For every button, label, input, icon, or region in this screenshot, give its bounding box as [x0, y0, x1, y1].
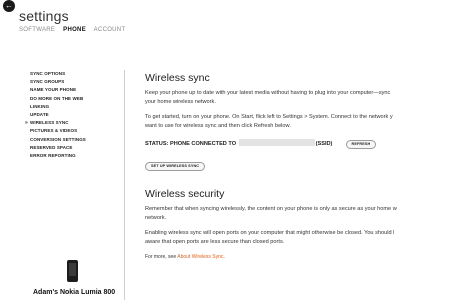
refresh-button[interactable]: REFRESH	[345, 140, 377, 149]
sidebar-item-label: DO MORE ON THE WEB	[30, 95, 84, 101]
sidebar-item-pictures-videos[interactable]: PICTURES & VIDEOS	[30, 127, 86, 135]
phone-name: Adam's Nokia Lumia 800	[33, 289, 116, 296]
sidebar-item-label: SYNC OPTIONS	[30, 71, 66, 76]
wireless-sync-instructions-line-2: want to use for wireless sync and then c…	[145, 123, 291, 129]
more-info-suffix: .	[223, 254, 225, 260]
wireless-security-ports-line-2: aware that open ports are less secure th…	[145, 239, 285, 245]
sidebar-item-sync-options[interactable]: SYNC OPTIONS	[30, 70, 86, 78]
sidebar-item-label: LINKING	[30, 103, 50, 109]
wireless-security-heading: Wireless security	[145, 188, 225, 200]
sidebar-item-label: WIRELESS SYNC	[30, 120, 69, 126]
wireless-security-note-line-1: Remember that when syncing wirelessly, t…	[145, 206, 397, 212]
wireless-sync-intro-line-1: Keep your phone up to date with your lat…	[145, 90, 391, 96]
wireless-security-note-line-2: network.	[145, 215, 167, 221]
sidebar-item-label: NAME YOUR PHONE	[30, 87, 77, 93]
status-label: STATUS: PHONE CONNECTED TO	[145, 141, 237, 147]
tab-software[interactable]: SOFTWARE	[19, 27, 55, 33]
tab-phone[interactable]: PHONE	[63, 27, 86, 33]
sidebar-item-wireless-sync[interactable]: » WIRELESS SYNC	[25, 119, 86, 127]
sidebar-item-label: RESERVED SPACE	[30, 144, 73, 150]
more-info-prefix: For more, see	[145, 254, 177, 260]
sidebar-item-label: PICTURES & VIDEOS	[30, 128, 78, 134]
sidebar-item-label: UPDATE	[30, 111, 49, 117]
about-wireless-sync-link[interactable]: About Wireless Sync	[177, 254, 223, 260]
wireless-sync-instructions-line-1: To get started, turn on your phone. On S…	[145, 114, 393, 120]
sidebar-item-label: ERROR REPORTING	[30, 152, 76, 158]
sidebar-item-update[interactable]: UPDATE	[30, 111, 86, 119]
sidebar-item-error-reporting[interactable]: ERROR REPORTING	[30, 152, 86, 160]
main-content: Wireless sync Keep your phone up to date…	[145, 72, 465, 262]
more-info-line: For more, see About Wireless Sync.	[145, 253, 465, 262]
sidebar-item-conversion-settings[interactable]: CONVERSION SETTINGS	[30, 136, 86, 144]
sidebar-divider	[124, 70, 125, 300]
sidebar-item-sync-groups[interactable]: SYNC GROUPS	[30, 78, 86, 86]
sidebar-item-label: SYNC GROUPS	[30, 79, 65, 85]
settings-sidebar: SYNC OPTIONS SYNC GROUPS NAME YOUR PHONE…	[25, 70, 86, 160]
wireless-sync-heading: Wireless sync	[145, 72, 210, 84]
set-up-wireless-sync-button[interactable]: SET UP WIRELESS SYNC	[145, 162, 206, 171]
tab-account[interactable]: ACCOUNT	[94, 27, 126, 33]
sidebar-item-label: CONVERSION SETTINGS	[30, 136, 86, 142]
connection-status: STATUS: PHONE CONNECTED TO (SSID) REFRES…	[145, 139, 465, 149]
back-arrow-icon[interactable]: ←	[3, 0, 15, 12]
phone-image	[67, 260, 78, 282]
selected-marker-icon: »	[25, 120, 28, 127]
app-title: settings	[19, 8, 69, 24]
sidebar-item-do-more-on-the-web[interactable]: DO MORE ON THE WEB	[30, 95, 86, 103]
tab-bar: SOFTWARE PHONE ACCOUNT	[19, 27, 131, 33]
wireless-sync-intro-line-2: your home wireless network.	[145, 99, 216, 105]
sidebar-item-linking[interactable]: LINKING	[30, 103, 86, 111]
sidebar-item-reserved-space[interactable]: RESERVED SPACE	[30, 144, 86, 152]
redacted-ssid	[238, 139, 315, 146]
ssid-suffix: (SSID)	[315, 141, 333, 147]
sidebar-item-name-your-phone[interactable]: NAME YOUR PHONE	[30, 86, 86, 94]
wireless-security-ports-line-1: Enabling wireless sync will open ports o…	[145, 230, 395, 236]
